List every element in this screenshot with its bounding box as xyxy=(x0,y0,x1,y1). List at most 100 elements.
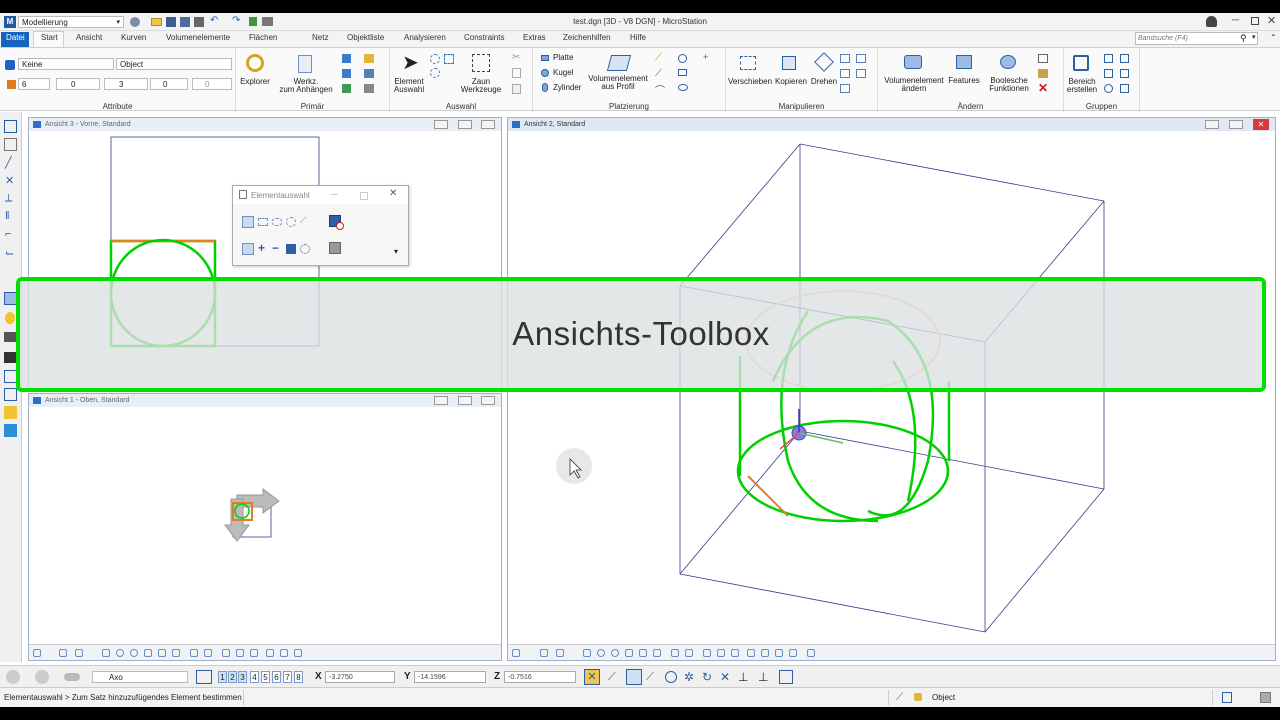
mode-subtract-icon[interactable]: − xyxy=(272,241,279,255)
view-2-close[interactable]: ✕ xyxy=(1253,119,1269,130)
camera-settings-icon[interactable] xyxy=(789,649,797,657)
view-attributes-icon[interactable] xyxy=(33,649,41,657)
circle-tool-icon[interactable] xyxy=(678,54,687,63)
tab-ansicht[interactable]: Ansicht xyxy=(76,33,102,42)
tab-volumenelemente[interactable]: Volumenelemente xyxy=(166,33,230,42)
camera-view-icon[interactable] xyxy=(294,649,302,657)
view-1-window[interactable]: Ansicht 1 - Oben, Standard xyxy=(28,393,502,661)
small-tool-icon[interactable] xyxy=(1104,54,1113,63)
create-region-icon[interactable] xyxy=(1073,55,1089,71)
tab-flaechen[interactable]: Flächen xyxy=(249,33,277,42)
snap-center-icon[interactable] xyxy=(665,671,677,683)
fit-view-icon[interactable] xyxy=(639,649,647,657)
pan-view-icon[interactable] xyxy=(685,649,693,657)
explorer-icon[interactable] xyxy=(246,54,264,72)
small-tool-icon[interactable] xyxy=(364,69,374,78)
explorer-button[interactable]: Explorer xyxy=(236,78,274,86)
mirror-icon[interactable] xyxy=(840,84,850,93)
y-coordinate-field[interactable]: -14.1596 xyxy=(414,671,486,683)
dialog-close-button[interactable]: ✕ xyxy=(389,188,397,199)
forward-button[interactable] xyxy=(35,670,49,684)
window-area-icon[interactable] xyxy=(625,649,633,657)
view-previous-icon[interactable] xyxy=(222,649,230,657)
dialog-maximize-button[interactable] xyxy=(360,192,368,200)
view-groups-icon[interactable] xyxy=(196,670,212,684)
zoom-in-icon[interactable] xyxy=(597,649,605,657)
window-area-icon[interactable] xyxy=(144,649,152,657)
boolean-icon[interactable] xyxy=(1000,55,1016,69)
method-circle-icon[interactable] xyxy=(286,217,296,227)
move-button[interactable]: Verschieben xyxy=(726,78,774,86)
search-icon[interactable]: ⚲ xyxy=(1240,33,1247,44)
small-tool-icon[interactable] xyxy=(1120,69,1129,78)
create-region-line2[interactable]: erstellen xyxy=(1064,86,1100,94)
style-select[interactable]: Object xyxy=(116,58,232,70)
view-8-toggle[interactable]: 8 xyxy=(294,671,303,683)
features-icon[interactable] xyxy=(956,55,972,69)
view-1-close[interactable] xyxy=(481,396,495,405)
active-level-label[interactable]: Object xyxy=(932,693,955,702)
small-tool-icon[interactable] xyxy=(1120,54,1129,63)
small-tool-icon[interactable] xyxy=(342,69,351,78)
tab-constraints[interactable]: Constraints xyxy=(464,33,504,42)
tag-icon[interactable] xyxy=(4,406,17,419)
level-select[interactable]: Keine xyxy=(18,58,114,70)
extend-icon[interactable]: ⟂ xyxy=(5,192,12,205)
walk-icon[interactable] xyxy=(671,649,679,657)
fit-view-icon[interactable] xyxy=(158,649,166,657)
view-2-minimize[interactable] xyxy=(1205,120,1219,129)
solid-from-profile-icon[interactable] xyxy=(606,55,632,71)
snap-bisector-icon[interactable] xyxy=(779,670,793,684)
method-line-icon[interactable]: ⟋ xyxy=(300,215,306,226)
snap-intersection-icon[interactable]: ✕ xyxy=(720,670,730,684)
view-4-toggle[interactable]: 4 xyxy=(250,671,259,683)
small-tool-icon[interactable] xyxy=(1104,84,1113,93)
view-2-toggle[interactable]: 2 xyxy=(228,671,237,683)
place-cylinder-button[interactable]: Zylinder xyxy=(553,84,581,92)
snap-perpendicular-icon[interactable]: ⊥ xyxy=(738,670,748,684)
attach-tools-line2[interactable]: zum Anhängen xyxy=(272,86,340,94)
tab-netz[interactable]: Netz xyxy=(312,33,328,42)
view-3-close[interactable] xyxy=(481,120,495,129)
selection-mode-icon[interactable] xyxy=(444,54,454,64)
snap-tangent-icon[interactable]: ↻ xyxy=(702,670,712,684)
parallel-icon[interactable]: ‖ xyxy=(5,210,10,222)
layers-icon[interactable] xyxy=(364,54,374,63)
boolean-line2[interactable]: Funktionen xyxy=(982,85,1036,93)
place-smartline-icon[interactable] xyxy=(4,120,17,133)
message-center-icon[interactable] xyxy=(1260,692,1271,703)
mode-add-icon[interactable]: + xyxy=(258,241,265,255)
small-tool-icon[interactable] xyxy=(342,84,351,93)
delete-element-icon[interactable] xyxy=(4,138,17,151)
move-icon[interactable] xyxy=(740,56,756,70)
point-tool-icon[interactable]: + xyxy=(703,52,708,62)
tab-hilfe[interactable]: Hilfe xyxy=(630,33,646,42)
view-next-icon[interactable] xyxy=(236,649,244,657)
rotate-icon[interactable] xyxy=(814,52,834,72)
clip-mask-icon[interactable] xyxy=(761,649,769,657)
select-all-icon[interactable] xyxy=(329,242,341,254)
array-icon[interactable] xyxy=(840,54,850,63)
selection-mode-icon[interactable] xyxy=(430,68,440,78)
slab-icon[interactable] xyxy=(541,55,549,61)
scissors-icon[interactable]: ✂ xyxy=(512,52,520,63)
mode-invert-icon[interactable] xyxy=(286,244,296,254)
view-mode-select[interactable]: Axo xyxy=(92,671,188,683)
rotate-view-icon[interactable] xyxy=(653,649,661,657)
copy-view-icon[interactable] xyxy=(250,649,258,657)
small-tool-icon[interactable] xyxy=(364,84,374,93)
view-3-toggle[interactable]: 3 xyxy=(238,671,247,683)
delete-icon[interactable]: ✕ xyxy=(1038,81,1048,95)
display-style-icon[interactable] xyxy=(540,649,548,657)
chamfer-icon[interactable]: ⌙ xyxy=(5,246,14,259)
snap-mode-icon[interactable]: ⟋ xyxy=(896,692,903,703)
line-tool-icon[interactable]: ╱ xyxy=(5,156,12,169)
method-shape-icon[interactable] xyxy=(272,218,282,226)
linestyle-select[interactable]: 0 xyxy=(56,78,100,90)
small-tool-icon[interactable] xyxy=(1038,54,1048,63)
clip-volume-icon[interactable] xyxy=(747,649,755,657)
zoom-out-icon[interactable] xyxy=(130,649,138,657)
snap-keypoint-icon[interactable] xyxy=(626,669,642,685)
trim-icon[interactable]: ✕ xyxy=(5,174,14,187)
zoom-out-icon[interactable] xyxy=(611,649,619,657)
